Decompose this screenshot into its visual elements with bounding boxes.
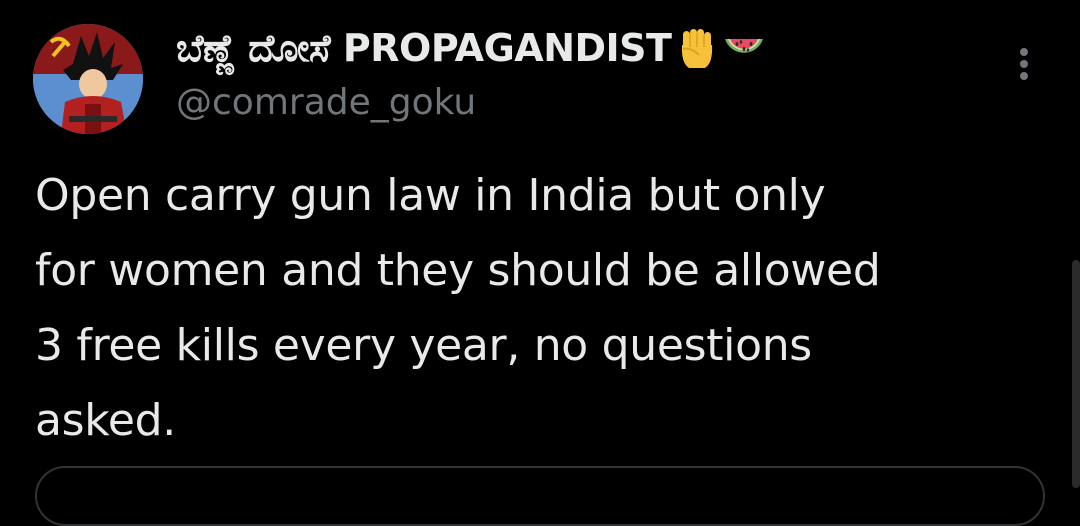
avatar-image (33, 24, 143, 134)
tweet[interactable]: ಬೆಣ್ಣೆ ದೋಸೆ PROPAGANDIST @comrade_goku O… (0, 0, 1080, 526)
display-name-text: ಬೆಣ್ಣೆ ದೋಸೆ PROPAGANDIST (176, 25, 672, 70)
raised-fist-icon (673, 25, 719, 71)
tweet-text: Open carry gun law in India but only for… (35, 170, 881, 446)
more-options-button[interactable] (1004, 44, 1044, 84)
user-handle[interactable]: @comrade_goku (176, 82, 476, 123)
display-name[interactable]: ಬೆಣ್ಣೆ ದೋಸೆ PROPAGANDIST (176, 24, 767, 72)
embedded-card[interactable] (35, 466, 1045, 526)
more-vertical-icon (1020, 48, 1028, 80)
avatar[interactable] (33, 24, 143, 134)
watermelon-icon (721, 25, 767, 71)
scrollbar[interactable] (1072, 260, 1080, 488)
